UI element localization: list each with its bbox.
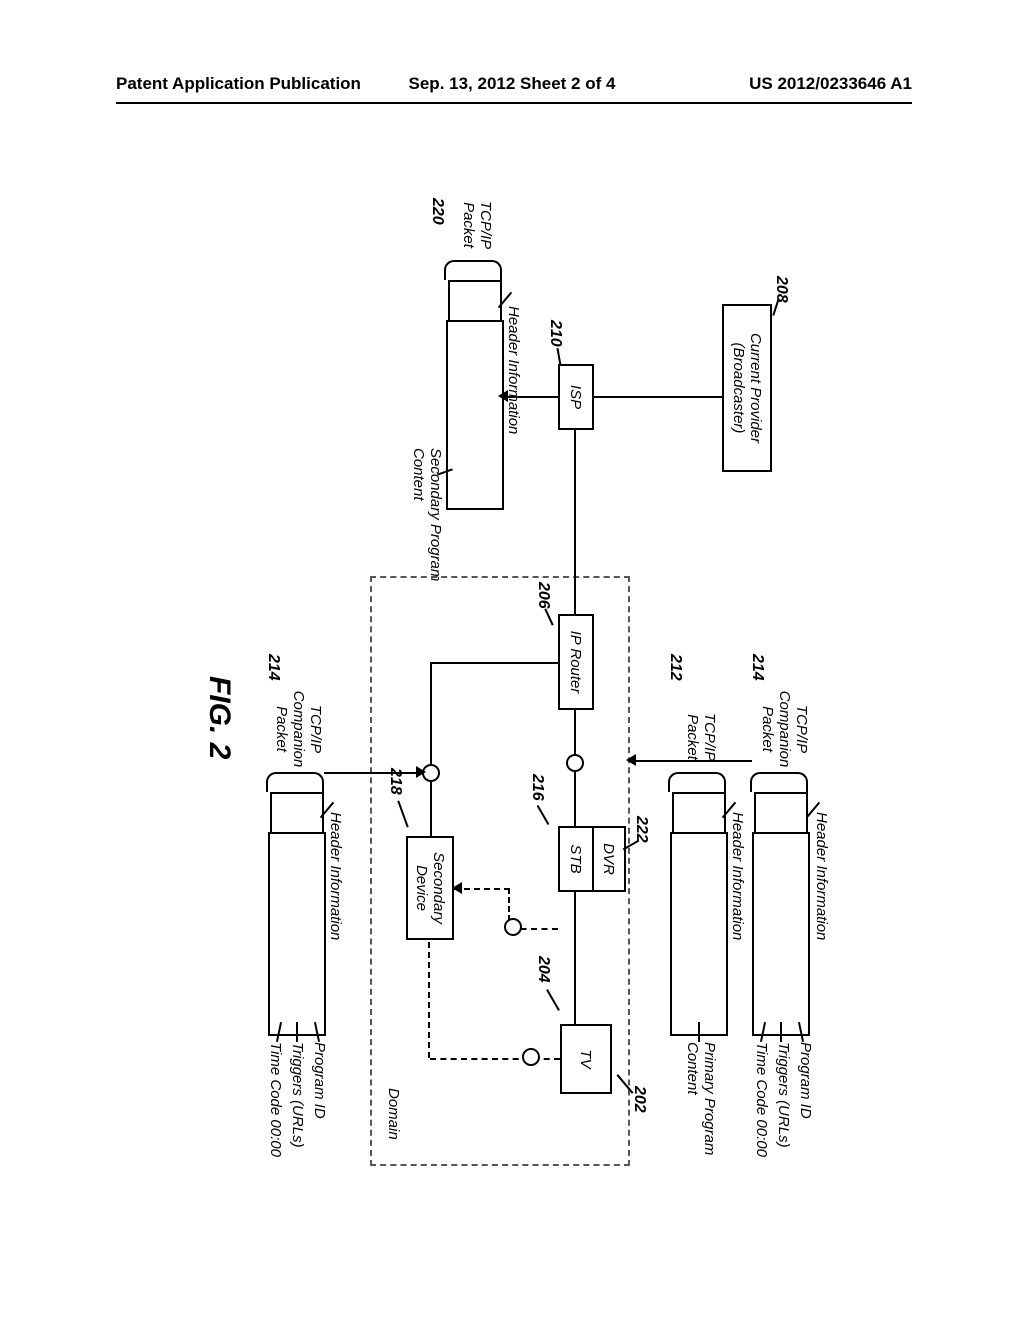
packet-220-payload-label: Secondary Program Content [410, 448, 444, 581]
ref-210: 210 [546, 320, 564, 347]
ref-216: 216 [528, 774, 546, 801]
ref-212: 212 [666, 654, 684, 681]
packet-214b-field-triggers: Triggers (URLs) [289, 1042, 306, 1148]
figure-label: FIG. 2 [202, 676, 236, 759]
ref-204: 204 [534, 956, 552, 983]
packet-214-field-triggers: Triggers (URLs) [775, 1042, 792, 1148]
ref-214a: 214 [748, 654, 766, 681]
isp-box: ISP [558, 364, 594, 430]
packet-212-payload-label: Primary Program Content [684, 1042, 718, 1155]
packet-214b-brace-label: TCP/IP Companion Packet [273, 686, 324, 772]
secondary-device-box: Secondary Device [406, 836, 454, 940]
packet-214-brace-label: TCP/IP Companion Packet [759, 686, 810, 772]
packet-212-header-label: Header Information [729, 812, 746, 940]
header-right-text: US 2012/0233646 A1 [749, 74, 912, 94]
packet-companion-bottom [270, 792, 324, 1034]
packet-secondary [448, 280, 502, 508]
packet-214-header-label: Header Information [813, 812, 830, 940]
ref-206: 206 [534, 582, 552, 609]
packet-214-field-timecode: Time Code 00:00 [753, 1042, 770, 1157]
packet-primary [672, 792, 726, 1034]
packet-220-brace-label: TCP/IP Packet [460, 190, 494, 260]
dvr-box: DVR [592, 826, 626, 892]
packet-companion-top [754, 792, 808, 1034]
packet-214b-field-programid: Program ID [311, 1042, 328, 1119]
ref-220: 220 [428, 198, 446, 225]
ref-222: 222 [632, 816, 650, 843]
ref-202: 202 [630, 1086, 648, 1113]
packet-214-field-programid: Program ID [797, 1042, 814, 1119]
packet-214b-field-timecode: Time Code 00:00 [267, 1042, 284, 1157]
packet-214b-header-label: Header Information [327, 812, 344, 940]
domain-label: Domain [385, 1088, 402, 1140]
header-rule [116, 102, 912, 104]
stb-box: STB [558, 826, 594, 892]
tv-box: TV [560, 1024, 612, 1094]
page-header: Patent Application Publication Sep. 13, … [0, 74, 1024, 102]
ref-214b: 214 [264, 654, 282, 681]
ref-208: 208 [772, 276, 790, 303]
packet-220-header-label: Header Information [505, 306, 522, 434]
figure-2-diagram: Domain Current Provider (Broadcaster) 20… [202, 216, 822, 1216]
packet-212-brace-label: TCP/IP Packet [684, 702, 718, 772]
current-provider-box: Current Provider (Broadcaster) [722, 304, 772, 472]
ip-router-box: IP Router [558, 614, 594, 710]
